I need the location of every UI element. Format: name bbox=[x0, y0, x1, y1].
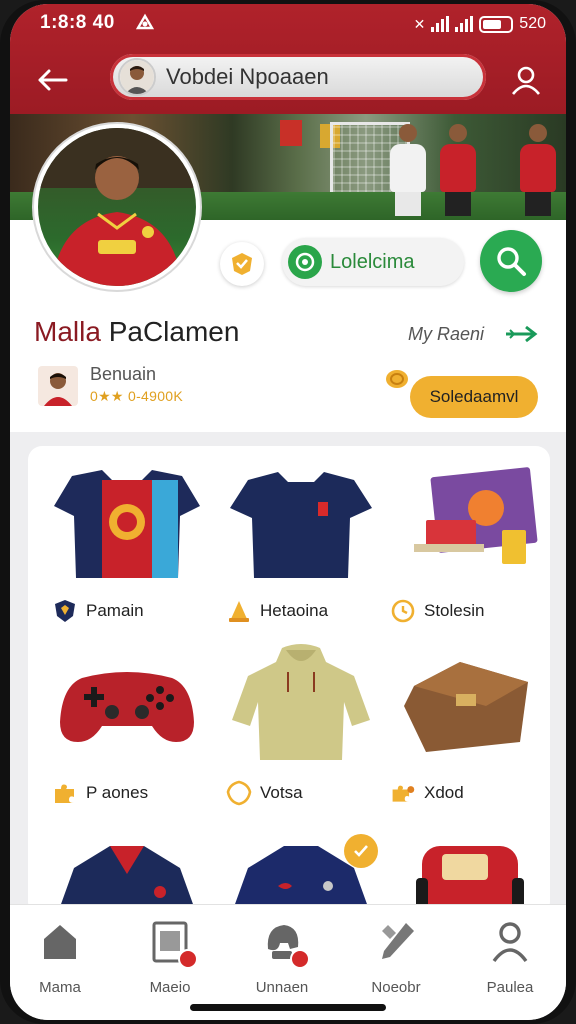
search-button[interactable] bbox=[480, 230, 542, 292]
nav-item-catalog[interactable]: Maeio bbox=[120, 919, 220, 999]
notification-icon bbox=[135, 13, 155, 30]
player-portrait bbox=[38, 128, 196, 286]
search-text: Vobdei Npoaaen bbox=[166, 64, 329, 89]
phone-frame: 1:8:8 40 ✕ 520 Vobdei Npoaaen Lolelcima … bbox=[0, 0, 576, 1024]
banner-player bbox=[520, 124, 556, 216]
status-bar: 1:8:8 40 ✕ 520 bbox=[10, 4, 566, 46]
banner-player bbox=[390, 124, 426, 216]
badge-icon bbox=[232, 253, 252, 275]
tools-icon bbox=[382, 923, 414, 959]
search-bar[interactable]: Vobdei Npoaaen bbox=[110, 54, 486, 100]
notification-dot bbox=[178, 949, 198, 969]
puzzle-icon bbox=[52, 780, 78, 806]
product-card[interactable]: Hetaoina bbox=[216, 466, 390, 636]
nav-label: Mama bbox=[39, 979, 81, 996]
nav-label: Unnaen bbox=[255, 979, 309, 996]
check-badge bbox=[344, 834, 378, 868]
mini-avatar bbox=[38, 366, 78, 406]
product-label: Hetaoina bbox=[260, 601, 329, 620]
account-button[interactable] bbox=[504, 58, 548, 102]
product-label: Votsa bbox=[260, 783, 303, 802]
cta-button[interactable]: Soledaamvl bbox=[410, 376, 538, 418]
nav-label: Paulea bbox=[486, 979, 534, 996]
sub-name: Benuain bbox=[90, 364, 157, 384]
check-icon bbox=[354, 845, 368, 857]
product-card[interactable]: Votsa bbox=[216, 642, 390, 812]
wifi-icon: ✕ bbox=[413, 15, 426, 32]
arrow-right-icon[interactable] bbox=[504, 324, 540, 344]
my-link[interactable]: My Raeni bbox=[408, 324, 484, 345]
bottom-navigation: Mama Maeio Unnaen Noeobr Paulea bbox=[10, 904, 566, 1020]
product-card[interactable]: Stolesin bbox=[380, 466, 550, 636]
puzzle-icon bbox=[390, 780, 416, 806]
product-label: Stolesin bbox=[424, 601, 485, 620]
cone-icon bbox=[226, 598, 252, 624]
profile-avatar[interactable] bbox=[34, 124, 200, 290]
clock-icon bbox=[390, 598, 416, 624]
product-label: P aones bbox=[86, 783, 149, 802]
trophy-badge-button[interactable] bbox=[220, 242, 264, 286]
nav-label: Noeobr bbox=[371, 979, 421, 996]
gamepad-image bbox=[60, 672, 194, 742]
profile-name: Malla PaClamen bbox=[34, 316, 240, 347]
signal-icon-2 bbox=[455, 16, 474, 32]
app-screen: 1:8:8 40 ✕ 520 Vobdei Npoaaen Lolelcima … bbox=[10, 4, 566, 1020]
nav-label: Maeio bbox=[149, 979, 191, 996]
nav-item-home[interactable]: Mama bbox=[10, 919, 110, 999]
status-time: 1:8:8 40 bbox=[40, 12, 115, 33]
back-arrow-icon bbox=[38, 69, 68, 91]
location-label: Lolelcima bbox=[330, 250, 415, 273]
jersey-image bbox=[54, 470, 200, 578]
status-right-text: 520 bbox=[519, 15, 546, 32]
sub-rating: 0★★ 0-4900K bbox=[90, 388, 184, 404]
back-button[interactable] bbox=[32, 60, 72, 100]
home-indicator[interactable] bbox=[190, 1004, 386, 1011]
nav-item-helmet[interactable]: Unnaen bbox=[232, 919, 332, 999]
search-avatar bbox=[118, 58, 156, 96]
shield-icon bbox=[52, 598, 78, 624]
coin-icon bbox=[386, 370, 408, 388]
location-chip[interactable]: Lolelcima bbox=[282, 238, 464, 286]
product-label: Pamain bbox=[86, 601, 144, 620]
person-icon bbox=[511, 66, 541, 95]
bag-image bbox=[404, 662, 528, 752]
notification-dot bbox=[290, 949, 310, 969]
nav-item-tools[interactable]: Noeobr bbox=[346, 919, 446, 999]
location-icon bbox=[288, 245, 322, 279]
shirt-image bbox=[230, 472, 372, 578]
signal-icon bbox=[431, 16, 450, 32]
product-card[interactable]: P aones bbox=[42, 642, 216, 812]
product-card[interactable]: Pamain bbox=[42, 466, 216, 636]
hoodie-image bbox=[232, 644, 370, 760]
battery-icon bbox=[479, 15, 514, 33]
person-icon bbox=[492, 922, 528, 963]
status-icons: ✕ 520 bbox=[414, 12, 546, 36]
product-card[interactable]: Xdod bbox=[380, 642, 550, 812]
search-icon bbox=[497, 247, 526, 276]
nav-item-profile[interactable]: Paulea bbox=[460, 919, 560, 999]
home-icon bbox=[44, 925, 76, 959]
product-label: Xdod bbox=[424, 783, 464, 802]
boardgame-image bbox=[414, 467, 538, 564]
banner-player bbox=[440, 124, 476, 216]
badge-icon bbox=[226, 780, 252, 806]
app-header: 1:8:8 40 ✕ 520 Vobdei Npoaaen bbox=[10, 4, 566, 114]
product-grid: Pamain Hetaoina Stolesin P aones Votsa X… bbox=[28, 446, 550, 916]
